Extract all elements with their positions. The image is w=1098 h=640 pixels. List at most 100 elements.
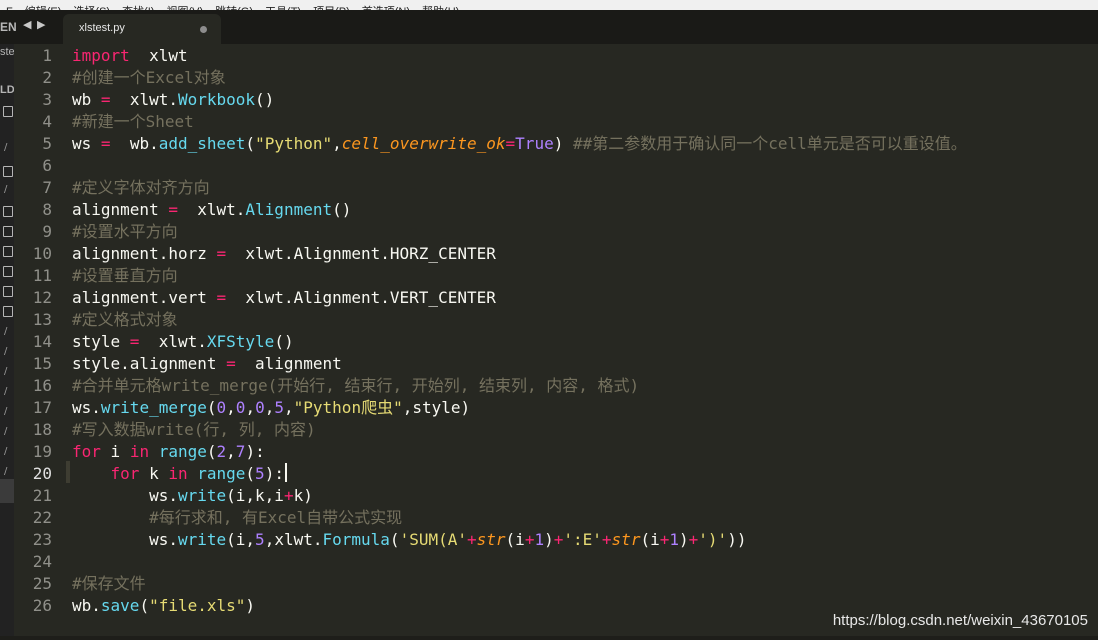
code-line[interactable]: #定义字体对齐方向 bbox=[72, 177, 210, 199]
line-number: 5 bbox=[42, 134, 52, 153]
file-icon[interactable]: / bbox=[4, 406, 7, 417]
code-token: write_merge bbox=[100, 398, 207, 417]
code-token: Workbook bbox=[177, 90, 256, 109]
file-icon[interactable]: / bbox=[4, 346, 7, 357]
tab-bar: EN ◀ ▶ xlstest.py bbox=[0, 10, 1098, 44]
code-token: 5 bbox=[255, 464, 265, 483]
code-token: True bbox=[515, 134, 554, 153]
code-token: + bbox=[467, 530, 477, 549]
code-token: xlwt. bbox=[110, 90, 178, 109]
tab-xlstest-py[interactable]: xlstest.py bbox=[63, 14, 221, 44]
code-token: 1 bbox=[669, 530, 679, 549]
code-line[interactable]: ws.write_merge(0,0,0,5,"Python爬虫",style) bbox=[72, 397, 470, 419]
code-token: ( bbox=[389, 530, 400, 549]
code-token: () bbox=[274, 332, 294, 351]
code-token: xlwt bbox=[129, 46, 188, 65]
code-token: k) bbox=[293, 486, 313, 505]
code-token: , bbox=[245, 398, 256, 417]
code-token: , bbox=[332, 134, 342, 153]
line-number: 25 bbox=[32, 574, 52, 593]
code-token: ( bbox=[206, 442, 217, 461]
code-line[interactable]: alignment.horz = xlwt.Alignment.HORZ_CEN… bbox=[72, 243, 496, 265]
code-token: i bbox=[100, 442, 130, 461]
code-token: Alignment bbox=[245, 200, 333, 219]
code-token: ) bbox=[544, 530, 554, 549]
code-line[interactable]: #创建一个Excel对象 bbox=[72, 67, 226, 89]
line-number: 26 bbox=[32, 596, 52, 615]
code-token: , bbox=[284, 398, 294, 417]
line-number: 20 bbox=[32, 464, 52, 483]
code-token: write bbox=[177, 486, 227, 505]
code-line[interactable]: #写入数据write(行, 列, 内容) bbox=[72, 419, 316, 441]
code-token: #创建一个Excel对象 bbox=[72, 68, 226, 87]
code-line[interactable]: for k in range(5): bbox=[72, 463, 287, 485]
code-token: #合并单元格write_merge(开始行, 结束行, 开始列, 结束列, 内容… bbox=[72, 376, 640, 395]
code-token: save bbox=[100, 596, 140, 615]
file-icon[interactable]: / bbox=[4, 426, 7, 437]
code-token: )) bbox=[727, 530, 747, 549]
code-token: alignment bbox=[235, 354, 342, 373]
line-number-gutter: 1 2 3 4 5 6 7 8 9 10 11 12 13 14 15 16 17 18 19 20 21 22 23 24 2… bbox=[14, 44, 66, 640]
code-token: wb. bbox=[110, 134, 159, 153]
file-icon[interactable]: / bbox=[4, 142, 7, 153]
code-line[interactable]: import xlwt bbox=[72, 45, 188, 67]
code-token: () bbox=[255, 90, 275, 109]
code-line[interactable]: style.alignment = alignment bbox=[72, 353, 342, 375]
code-token: 0 bbox=[235, 398, 246, 417]
code-token: XFStyle bbox=[206, 332, 275, 351]
line-number: 19 bbox=[32, 442, 52, 461]
code-token: ( bbox=[206, 398, 217, 417]
code-token: in bbox=[129, 442, 150, 461]
code-line[interactable]: style = xlwt.XFStyle() bbox=[72, 331, 294, 353]
code-token: str bbox=[476, 530, 506, 549]
code-line[interactable]: #保存文件 bbox=[72, 573, 146, 595]
code-token: 'SUM(A' bbox=[399, 530, 467, 549]
code-token: , bbox=[264, 398, 275, 417]
code-line[interactable]: for i in range(2,7): bbox=[72, 441, 265, 463]
code-token: ,xlwt. bbox=[264, 530, 323, 549]
code-token: ) bbox=[245, 596, 256, 615]
tab-scroll-left-icon[interactable]: ◀ bbox=[23, 18, 31, 31]
code-token: 7 bbox=[235, 442, 246, 461]
code-token: ( bbox=[139, 596, 150, 615]
code-token: #定义字体对齐方向 bbox=[72, 178, 210, 197]
code-line[interactable]: #合并单元格write_merge(开始行, 结束行, 开始列, 结束列, 内容… bbox=[72, 375, 639, 397]
code-line[interactable]: alignment.vert = xlwt.Alignment.VERT_CEN… bbox=[72, 287, 496, 309]
code-token: ws. bbox=[72, 398, 101, 417]
code-line[interactable]: ws.write(i,k,i+k) bbox=[72, 485, 313, 507]
code-line[interactable]: ws = wb.add_sheet("Python",cell_overwrit… bbox=[72, 133, 967, 155]
unsaved-dot-icon[interactable] bbox=[200, 26, 207, 33]
code-token: + bbox=[601, 530, 612, 549]
code-token: #每行求和, 有Excel自带公式实现 bbox=[72, 508, 403, 527]
tab-scroll-right-icon[interactable]: ▶ bbox=[37, 18, 45, 31]
file-icon[interactable]: / bbox=[4, 466, 7, 477]
code-token: + bbox=[524, 530, 535, 549]
code-token: = bbox=[216, 288, 227, 307]
code-line[interactable]: #每行求和, 有Excel自带公式实现 bbox=[72, 507, 402, 529]
code-token: 5 bbox=[274, 398, 284, 417]
line-number: 2 bbox=[42, 68, 52, 87]
line-number: 14 bbox=[32, 332, 52, 351]
code-token: add_sheet bbox=[158, 134, 246, 153]
code-line[interactable]: #定义格式对象 bbox=[72, 309, 178, 331]
code-token: 0 bbox=[216, 398, 227, 417]
line-number: 22 bbox=[32, 508, 52, 527]
file-icon[interactable]: / bbox=[4, 366, 7, 377]
code-token: = bbox=[226, 354, 236, 373]
code-token: (i bbox=[505, 530, 525, 549]
code-token: for bbox=[110, 464, 140, 483]
file-icon[interactable]: / bbox=[4, 326, 7, 337]
line-number: 3 bbox=[42, 90, 52, 109]
code-line[interactable]: #新建一个Sheet bbox=[72, 111, 194, 133]
file-icon[interactable]: / bbox=[4, 386, 7, 397]
code-token: ':E' bbox=[563, 530, 602, 549]
file-icon[interactable]: / bbox=[4, 446, 7, 457]
code-line[interactable]: ws.write(i,5,xlwt.Formula('SUM(A'+str(i+… bbox=[72, 529, 746, 551]
code-line[interactable]: wb.save("file.xls") bbox=[72, 595, 255, 617]
code-line[interactable]: wb = xlwt.Workbook() bbox=[72, 89, 274, 111]
code-line[interactable]: #设置垂直方向 bbox=[72, 265, 178, 287]
code-line[interactable]: #设置水平方向 bbox=[72, 221, 178, 243]
file-icon[interactable]: / bbox=[4, 184, 7, 195]
code-line[interactable]: alignment = xlwt.Alignment() bbox=[72, 199, 351, 221]
code-token: = bbox=[100, 90, 111, 109]
